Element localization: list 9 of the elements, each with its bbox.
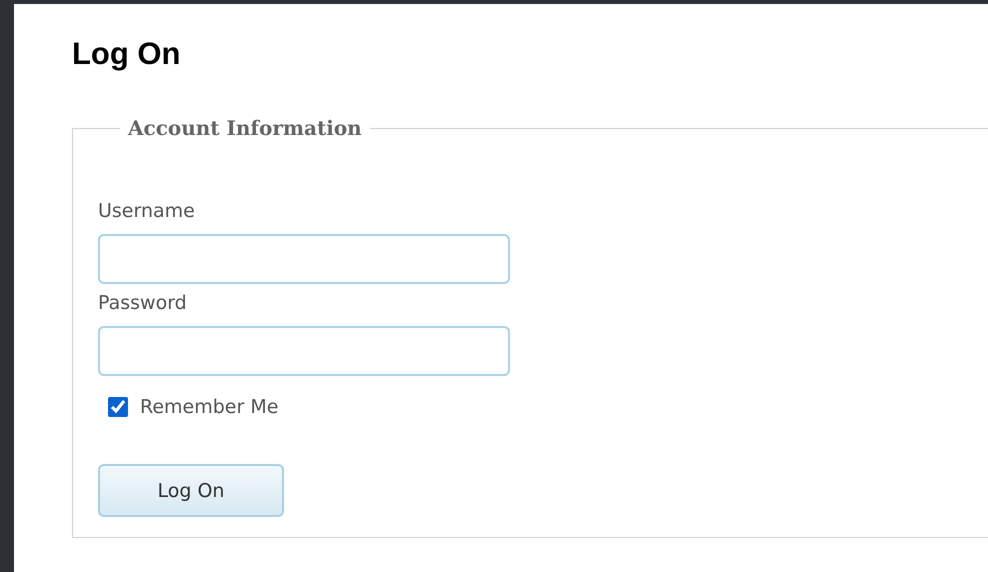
- fieldset-legend: Account Information: [120, 116, 370, 140]
- field-label: Username: [98, 200, 195, 222]
- page-title: Log On: [72, 36, 182, 72]
- username-field[interactable]: [98, 234, 510, 284]
- log-on-button[interactable]: Log On: [98, 464, 284, 517]
- password-field[interactable]: [98, 326, 510, 376]
- remember-checkbox[interactable]: [108, 397, 128, 417]
- remember-label: Remember Me: [140, 396, 278, 418]
- field-label: Password: [98, 292, 187, 314]
